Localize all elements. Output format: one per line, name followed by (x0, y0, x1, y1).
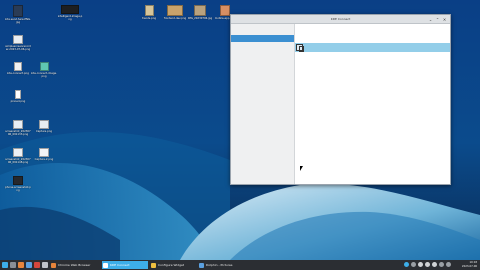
taskbar: Chrome Web Browser KDE Connect Configure… (0, 260, 480, 270)
app-launcher-icon[interactable] (42, 262, 48, 268)
desktop-file-label: screenshot_20230706_091148.png (5, 158, 31, 165)
desktop-file-icon[interactable]: screenshot_20230706_091148.png (5, 148, 31, 164)
desktop-file-label: Capture-2.png (34, 158, 54, 161)
close-button[interactable]: ✕ (442, 17, 447, 22)
firefox-icon (51, 262, 56, 268)
main-panel (295, 24, 450, 184)
kde-connect-window: KDE Connect ⌄ ⌃ ✕ (230, 14, 451, 185)
file-thumbnail (39, 120, 49, 129)
desktop-file-label: trends.png (141, 17, 157, 20)
desktop-file-icon[interactable]: screenshot_20230706_091133.png (5, 120, 31, 136)
desktop-file-label: intelligent-image.png (57, 15, 83, 22)
file-thumbnail (13, 5, 23, 17)
task-label: KDE Connect (110, 263, 130, 267)
dolphin-icon (199, 262, 204, 268)
mouse-pointer-icon (300, 166, 303, 171)
task-label: Dolphin - Pictures (206, 263, 233, 267)
desktop-file-label: pinned.png (10, 100, 26, 103)
desktop-file-icon[interactable]: kde-connect-image.png (31, 62, 57, 78)
file-thumbnail (194, 5, 206, 16)
file-thumbnail (39, 148, 49, 157)
minimize-button[interactable]: ⌄ (428, 17, 433, 22)
window-titlebar[interactable]: KDE Connect ⌄ ⌃ ✕ (231, 15, 450, 24)
task-label: Chrome Web Browser (58, 263, 91, 267)
desktop-file-label: phone-screenshot.png (5, 186, 31, 193)
taskbar-task[interactable]: Dolphin - Pictures (198, 261, 244, 269)
file-thumbnail (61, 5, 79, 14)
file-thumbnail (13, 148, 23, 157)
desktop-file-label: Capture.png (35, 130, 53, 133)
show-desktop-icon[interactable] (10, 262, 16, 268)
task-label: Configure Widget (158, 263, 185, 267)
clipboard-icon[interactable] (411, 262, 416, 267)
file-thumbnail (14, 62, 22, 71)
taskbar-clock[interactable]: 10:18 2023-07-06 (462, 261, 477, 268)
device-sidebar (231, 24, 295, 184)
device-icon (296, 44, 304, 52)
network-icon[interactable] (425, 262, 430, 267)
firefox-launcher-icon[interactable] (18, 262, 24, 268)
file-thumbnail (39, 62, 49, 71)
desktop-file-icon[interactable]: simplescreenrecorder-2023-07-06.png (5, 35, 31, 51)
clock-date: 2023-07-06 (461, 264, 477, 268)
expand-tray-icon[interactable] (446, 262, 451, 267)
file-thumbnail (13, 120, 23, 129)
file-thumbnail (13, 35, 23, 44)
desktop-file-label: simplescreenrecorder-2023-07-06.png (5, 45, 31, 52)
file-thumbnail (13, 176, 23, 185)
desktop-file-icon[interactable]: trends.png (136, 5, 162, 20)
files-launcher-icon[interactable] (26, 262, 32, 268)
desktop-file-label: frontend-dev.png (163, 17, 187, 20)
device-list-item[interactable] (295, 43, 450, 52)
maximize-button[interactable]: ⌃ (435, 17, 440, 22)
kde-connect-icon (103, 262, 108, 268)
app-launcher-icon[interactable] (34, 262, 40, 268)
desktop-file-icon[interactable]: phone-screenshot.png (5, 176, 31, 192)
file-thumbnail (15, 90, 21, 99)
notifications-icon[interactable] (439, 262, 444, 267)
taskbar-task[interactable]: Configure Widget (150, 261, 196, 269)
desktop-file-icon[interactable]: pinned.png (5, 90, 31, 103)
taskbar-task-active[interactable]: KDE Connect (102, 261, 148, 269)
settings-icon (151, 262, 156, 268)
sidebar-item-selected[interactable] (231, 35, 294, 42)
desktop-file-label: IMG_20230706.jpg (187, 17, 213, 20)
kde-connect-tray-icon[interactable] (404, 262, 409, 267)
desktop-file-label: kde-connect.png (7, 72, 29, 75)
taskbar-task[interactable]: Chrome Web Browser (50, 261, 100, 269)
desktop-file-label: kde-connect-image.png (31, 72, 57, 79)
file-thumbnail (144, 5, 154, 16)
battery-icon[interactable] (432, 262, 437, 267)
desktop-file-icon[interactable]: Capture.png (31, 120, 57, 133)
volume-icon[interactable] (418, 262, 423, 267)
application-launcher-icon[interactable] (2, 262, 8, 268)
desktop-file-icon[interactable]: kde-connect.png (5, 62, 31, 75)
desktop-file-icon[interactable]: Capture-2.png (31, 148, 57, 161)
file-thumbnail (220, 5, 230, 16)
file-thumbnail (167, 5, 183, 16)
desktop-file-icon[interactable]: IMG_20230706.jpg (187, 5, 213, 20)
desktop-file-icon[interactable]: kde.send.here.PNG.jpg (5, 5, 31, 24)
window-title: KDE Connect (330, 17, 351, 21)
desktop-file-icon[interactable]: intelligent-image.png (57, 5, 83, 21)
desktop-file-icon[interactable]: frontend-dev.png (162, 5, 188, 20)
desktop-file-label: kde.send.here.PNG.jpg (5, 18, 31, 25)
desktop-file-label: screenshot_20230706_091133.png (5, 130, 31, 137)
